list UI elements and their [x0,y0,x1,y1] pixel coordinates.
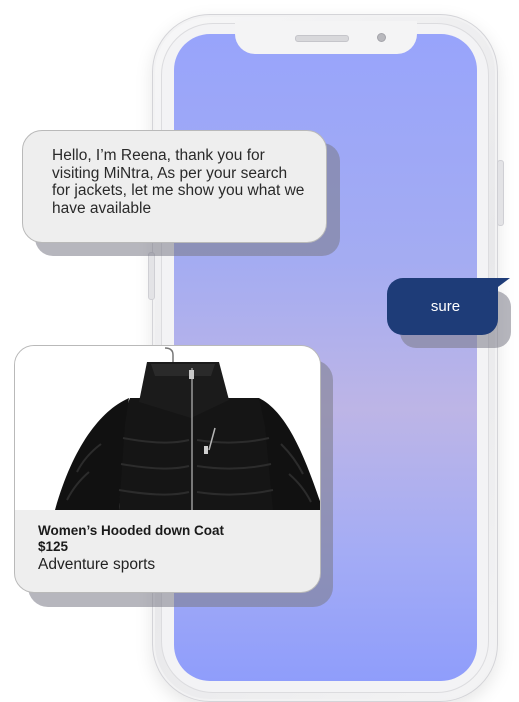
phone-power-button [497,160,504,226]
speaker-grille [295,35,349,42]
product-image[interactable] [15,346,320,510]
product-category: Adventure sports [38,556,156,573]
user-message-bubble: sure [387,278,498,335]
product-price: $125 [38,539,69,554]
phone-volume-down-button [148,252,155,300]
product-name[interactable]: Women’s Hooded down Coat [38,523,224,539]
user-message-text: sure [430,298,461,315]
product-card[interactable]: Women’s Hooded down Coat $125 Adventure … [14,345,321,593]
bot-message-bubble: Hello, I’m Reena, thank you for visiting… [22,130,327,243]
jacket-icon [55,347,320,510]
product-details: Women’s Hooded down Coat $125 Adventure … [38,523,224,575]
bot-message-text: Hello, I’m Reena, thank you for visiting… [52,147,305,217]
phone-notch [235,21,417,54]
front-camera [377,33,386,42]
